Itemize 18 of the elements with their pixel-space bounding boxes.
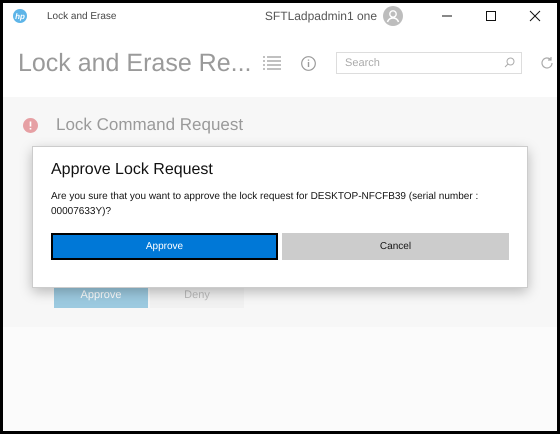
dialog-title: Approve Lock Request	[51, 161, 214, 179]
window-title: Lock and Erase	[47, 10, 116, 22]
dialog-message: Are you sure that you want to approve the lock request for DESKTOP-NFCFB39 (serial number : 00007633Y)?	[51, 190, 480, 219]
app-logo: hp	[13, 9, 27, 23]
alert-icon	[23, 118, 38, 132]
maximize-icon	[485, 10, 497, 22]
close-icon	[529, 10, 541, 22]
approve-button[interactable]: Approve	[51, 233, 278, 260]
page-title: Lock and Erase Re...	[18, 48, 252, 79]
info-icon[interactable]	[301, 56, 316, 70]
cancel-button[interactable]: Cancel	[282, 233, 509, 260]
search-icon	[504, 57, 515, 68]
refresh-icon[interactable]	[540, 56, 554, 70]
user-name: SFTLadpadmin1 one	[264, 9, 377, 23]
section-title: Lock Command Request	[56, 115, 244, 135]
search-field[interactable]: Search	[336, 52, 522, 74]
list-icon[interactable]	[263, 56, 281, 70]
avatar-icon[interactable]	[383, 6, 403, 26]
